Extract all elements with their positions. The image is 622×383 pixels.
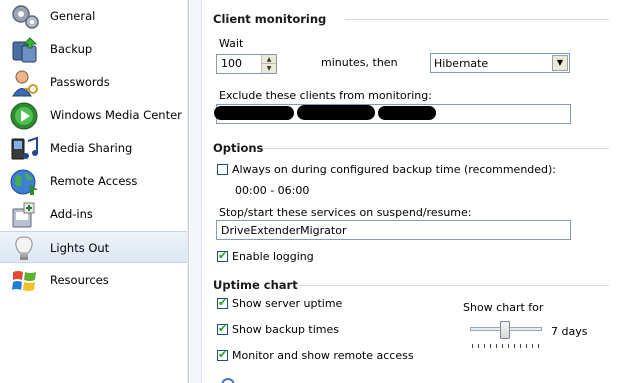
- slider-tick: [502, 344, 503, 348]
- wait-label: Wait: [219, 37, 244, 50]
- slider-tick: [484, 344, 485, 348]
- idle-action-dropdown[interactable]: Hibernate ▼: [430, 53, 570, 73]
- redaction-mark: [297, 105, 375, 120]
- services-label: Stop/start these services on suspend/res…: [219, 206, 472, 219]
- slider-tick: [526, 344, 527, 348]
- show-chart-for-label: Show chart for: [463, 301, 544, 314]
- section-divider: [298, 285, 609, 286]
- sidebar-item-label: Backup: [50, 42, 93, 56]
- sidebar-item-label: Remote Access: [50, 174, 138, 188]
- spinner-up-arrow-icon[interactable]: ▲: [262, 55, 276, 64]
- add-in-icon: [10, 201, 40, 229]
- globe-icon: [10, 168, 40, 196]
- backup-time-range: 00:00 - 06:00: [235, 184, 310, 197]
- sidebar-item-resources[interactable]: Resources: [0, 264, 188, 296]
- wait-minutes-value[interactable]: 100: [221, 57, 242, 70]
- sidebar-item-label: Resources: [50, 273, 109, 287]
- lightbulb-icon: [10, 235, 40, 263]
- sidebar-item-label: Media Sharing: [50, 141, 133, 155]
- section-heading-options: Options: [213, 141, 264, 155]
- backup-icon: [10, 36, 40, 64]
- enable-logging-checkbox[interactable]: [217, 249, 228, 262]
- show-server-uptime-label: Show server uptime: [232, 297, 343, 310]
- sidebar-item-label: General: [50, 9, 96, 23]
- chart-duration-value: 7 days: [551, 325, 588, 338]
- sidebar-item-windows-media-center[interactable]: Windows Media Center: [0, 99, 188, 131]
- wait-minutes-spinner[interactable]: 100 ▲ ▼: [216, 54, 277, 74]
- show-server-uptime-checkbox[interactable]: [217, 296, 228, 309]
- sidebar-item-add-ins[interactable]: Add-ins: [0, 198, 188, 230]
- gear-icon: [10, 3, 40, 31]
- slider-tick: [478, 344, 479, 348]
- user-key-icon: [10, 69, 40, 97]
- services-field[interactable]: DriveExtenderMigrator: [216, 220, 571, 240]
- media-center-icon: [10, 102, 40, 130]
- sidebar-item-label: Add-ins: [50, 207, 93, 221]
- idle-action-value: Hibernate: [434, 57, 489, 70]
- always-on-checkbox[interactable]: [217, 164, 228, 175]
- music-notes-icon: [10, 135, 40, 163]
- slider-tick: [490, 344, 491, 348]
- show-backup-times-checkbox[interactable]: [217, 322, 228, 335]
- sidebar-item-media-sharing[interactable]: Media Sharing: [0, 132, 188, 164]
- section-heading-client-monitoring: Client monitoring: [213, 12, 327, 26]
- sidebar-item-passwords[interactable]: Passwords: [0, 66, 188, 98]
- enable-logging-label: Enable logging: [232, 250, 314, 263]
- always-on-label: Always on during configured backup time …: [232, 163, 557, 176]
- slider-tick: [538, 344, 539, 348]
- slider-tick: [514, 344, 515, 348]
- sidebar-item-lights-out[interactable]: Lights Out: [0, 231, 188, 263]
- slider-tick: [532, 344, 533, 348]
- slider-tick: [496, 344, 497, 348]
- monitor-remote-access-checkbox[interactable]: [217, 348, 228, 361]
- monitor-remote-access-label: Monitor and show remote access: [232, 349, 414, 362]
- exclude-clients-label: Exclude these clients from monitoring:: [219, 89, 432, 102]
- sidebar-item-label: Windows Media Center: [50, 108, 182, 122]
- sidebar-item-general[interactable]: General: [0, 0, 188, 32]
- minutes-then-label: minutes, then: [321, 56, 398, 69]
- spinner-buttons: ▲ ▼: [261, 55, 276, 73]
- show-backup-times-label: Show backup times: [232, 323, 340, 336]
- sidebar-nav: General Backup Passwords Windows Media C…: [0, 0, 189, 383]
- section-divider: [262, 148, 609, 149]
- sidebar-item-label: Lights Out: [50, 241, 110, 255]
- chart-duration-slider-thumb[interactable]: [500, 321, 510, 339]
- redaction-mark: [378, 106, 436, 120]
- slider-tick: [472, 344, 473, 348]
- section-heading-uptime-chart: Uptime chart: [213, 278, 298, 292]
- slider-tick: [520, 344, 521, 348]
- services-value: DriveExtenderMigrator: [221, 224, 347, 237]
- dropdown-arrow-icon[interactable]: ▼: [552, 55, 568, 71]
- spinner-down-arrow-icon[interactable]: ▼: [262, 64, 276, 73]
- redaction-mark: [214, 106, 294, 120]
- sidebar-item-remote-access[interactable]: Remote Access: [0, 165, 188, 197]
- sidebar-item-backup[interactable]: Backup: [0, 33, 188, 65]
- section-divider: [345, 19, 609, 20]
- windows-flag-icon: [10, 267, 40, 295]
- sidebar-item-label: Passwords: [50, 75, 110, 89]
- slider-tick: [508, 344, 509, 348]
